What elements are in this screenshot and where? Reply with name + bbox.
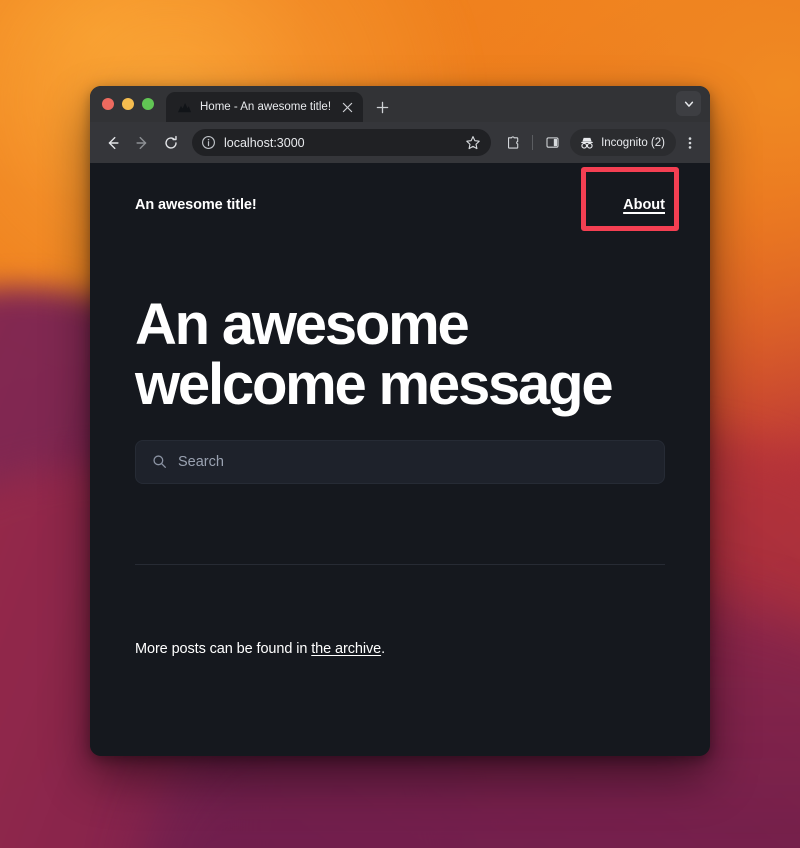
archive-text: More posts can be found in the archive. (135, 641, 665, 657)
page-viewport: An awesome title! About An awesome welco… (90, 163, 710, 756)
nav-about-wrapper: About (581, 167, 680, 231)
new-tab-button[interactable] (369, 94, 395, 120)
nav-link-about[interactable]: About (623, 195, 665, 215)
archive-text-after: . (381, 640, 386, 657)
incognito-icon (581, 137, 593, 149)
minimize-window-button[interactable] (122, 98, 134, 110)
archive-link[interactable]: the archive (311, 641, 381, 657)
desktop-wallpaper: Home - An awesome title! localhost:3000 … (0, 0, 800, 848)
search-box[interactable] (135, 439, 665, 484)
info-circle-icon[interactable] (201, 135, 216, 150)
tab-strip: Home - An awesome title! (90, 86, 710, 122)
page-title: An awesome welcome message (135, 292, 614, 418)
tab-title: Home - An awesome title! (200, 101, 332, 113)
three-dot-menu-icon[interactable] (679, 130, 701, 155)
browser-tab[interactable]: Home - An awesome title! (166, 92, 364, 122)
site-header: An awesome title! About (135, 163, 680, 231)
site-title: An awesome title! (135, 197, 257, 213)
close-window-button[interactable] (102, 98, 114, 110)
window-traffic-lights (100, 86, 162, 122)
browser-toolbar: localhost:3000 Incognito (2) (90, 122, 710, 163)
forward-arrow-icon[interactable] (128, 129, 155, 156)
address-bar[interactable]: localhost:3000 (192, 129, 492, 156)
profile-incognito-button[interactable]: Incognito (2) (570, 129, 676, 156)
chevron-down-icon[interactable] (676, 91, 701, 116)
reload-icon[interactable] (157, 129, 184, 156)
flame-icon (177, 102, 192, 112)
url-text: localhost:3000 (224, 135, 305, 150)
search-input[interactable] (178, 453, 648, 470)
page-content: An awesome title! About An awesome welco… (90, 163, 710, 657)
profile-label: Incognito (2) (601, 136, 665, 149)
toolbar-separator (532, 135, 534, 150)
puzzle-icon[interactable] (500, 130, 525, 155)
archive-text-before: More posts can be found in (135, 640, 312, 657)
star-icon[interactable] (465, 135, 481, 151)
side-panel-icon[interactable] (540, 130, 565, 155)
browser-window: Home - An awesome title! localhost:3000 … (90, 86, 710, 756)
close-icon[interactable] (339, 99, 355, 115)
back-arrow-icon[interactable] (99, 129, 126, 156)
content-divider (135, 563, 665, 565)
search-icon (153, 455, 166, 469)
maximize-window-button[interactable] (142, 98, 154, 110)
